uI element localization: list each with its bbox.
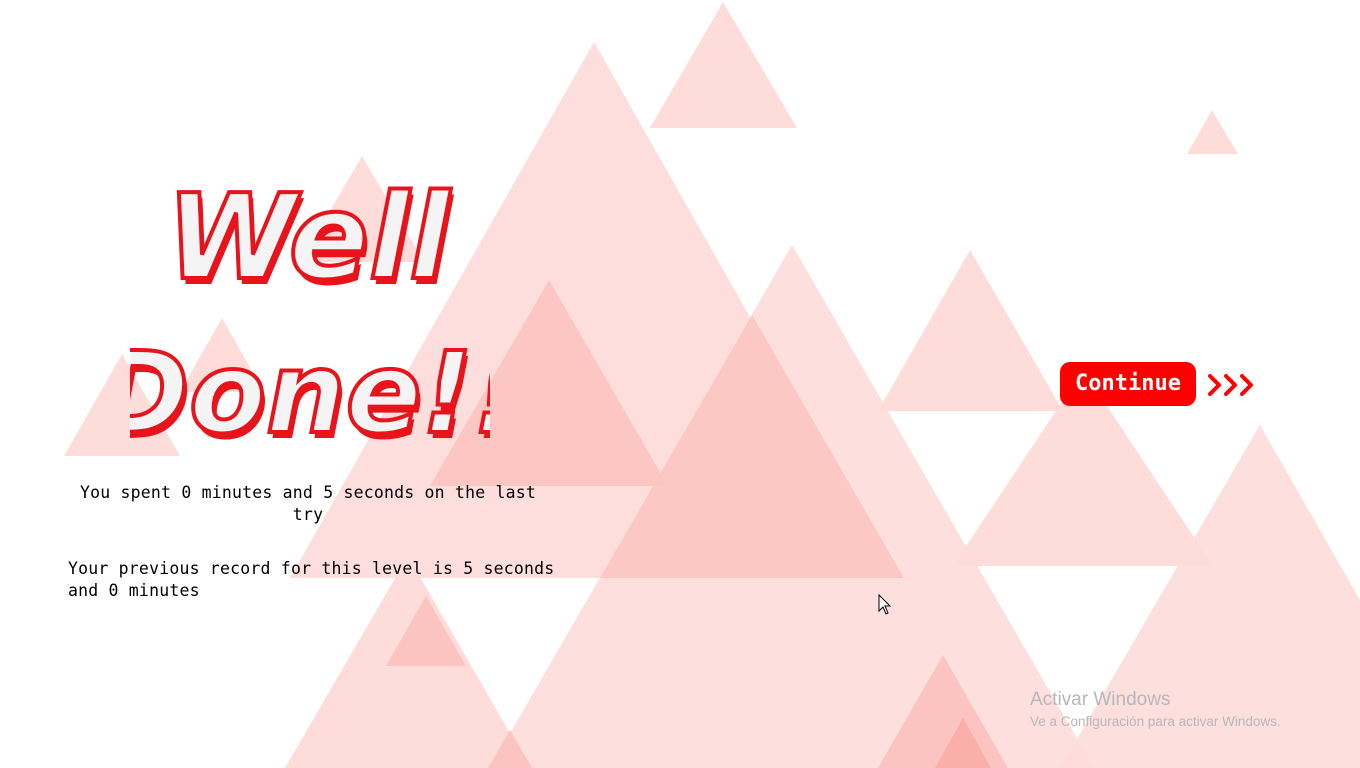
continue-button[interactable]: Continue (1060, 362, 1196, 406)
windows-activation-watermark: Activar Windows Ve a Configuración para … (1030, 688, 1281, 732)
triple-chevron-right-icon[interactable] (1206, 372, 1258, 398)
last-try-message: You spent 0 minutes and 5 seconds on the… (79, 483, 537, 524)
game-screen: Well Well Done!! Done!! You spent 0 minu… (0, 0, 1360, 768)
well-done-title: Well Well Done!! Done!! (130, 166, 490, 465)
watermark-subtitle: Ve a Configuración para activar Windows. (1030, 714, 1281, 729)
mouse-cursor-icon (878, 594, 892, 615)
title-line2: Done!! (130, 329, 490, 459)
record-message: Your previous record for this level is 5… (68, 559, 555, 600)
title-line1: Well (166, 168, 451, 306)
watermark-title: Activar Windows (1030, 689, 1171, 710)
